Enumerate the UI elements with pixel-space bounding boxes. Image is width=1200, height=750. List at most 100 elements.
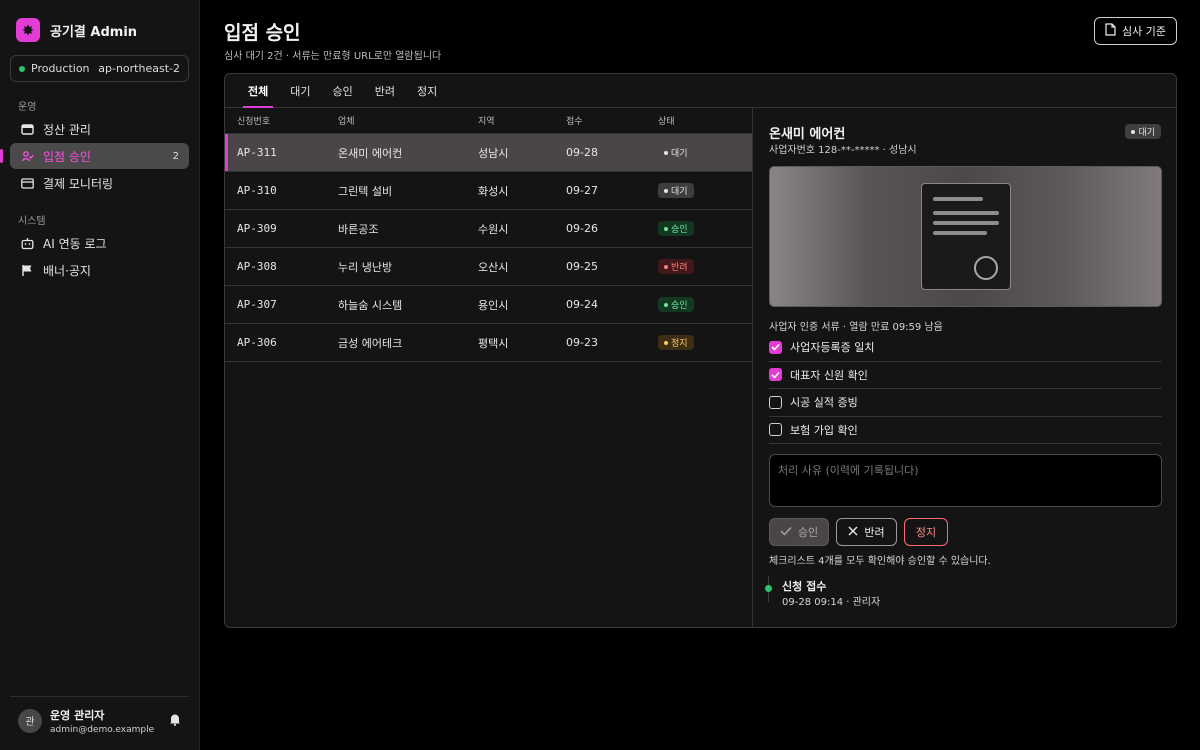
check-icon bbox=[780, 526, 792, 539]
status-tabs: 전체 대기 승인 반려 정지 bbox=[225, 74, 1176, 108]
region: 성남시 bbox=[478, 146, 509, 160]
pending-count-badge: 2 bbox=[172, 150, 179, 162]
company-name: 바른공조 bbox=[338, 222, 379, 236]
checkbox-checked[interactable] bbox=[769, 368, 782, 382]
checklist-item[interactable]: 시공 실적 증빙 bbox=[769, 389, 1162, 417]
received-date: 09-25 bbox=[566, 260, 598, 273]
status-label: 대기 bbox=[671, 187, 688, 198]
approve-button[interactable]: 승인 bbox=[769, 518, 829, 546]
card-icon bbox=[20, 176, 34, 190]
detail-status-badge: 대기 bbox=[1125, 124, 1161, 139]
sidebar-item-settlement[interactable]: 정산 관리 bbox=[10, 116, 189, 142]
timeline-dot bbox=[765, 585, 772, 592]
wallet-icon bbox=[20, 122, 34, 136]
status-label: 승인 bbox=[671, 225, 688, 236]
sidebar-item-ai-logs[interactable]: AI 연동 로그 bbox=[10, 230, 189, 256]
brand[interactable]: 공기결 Admin bbox=[10, 0, 189, 60]
column-header-status[interactable]: 상태 bbox=[658, 114, 738, 127]
application-detail: 온새미 에어컨 사업자번호 128-**-***** · 성남시 대기 사업자 … bbox=[754, 108, 1176, 627]
document-icon bbox=[1105, 23, 1116, 39]
approval-icon bbox=[20, 149, 34, 163]
received-date: 09-24 bbox=[566, 298, 598, 311]
environment-status-dot bbox=[19, 65, 25, 72]
review-criteria-label: 심사 기준 bbox=[1122, 25, 1166, 38]
suspend-label: 정지 bbox=[915, 526, 937, 539]
flag-icon bbox=[20, 263, 34, 277]
application-id: AP-311 bbox=[237, 146, 277, 159]
status-label: 정지 bbox=[671, 339, 688, 350]
page-title: 입점 승인 bbox=[224, 22, 301, 44]
checkbox-unchecked[interactable] bbox=[769, 423, 782, 437]
column-header-id[interactable]: 신청번호 bbox=[225, 114, 338, 127]
document-preview[interactable] bbox=[769, 166, 1162, 307]
sidebar-item-label: 정산 관리 bbox=[43, 122, 91, 137]
timeline-title: 신청 접수 bbox=[782, 580, 827, 593]
checklist-item[interactable]: 대표자 신원 확인 bbox=[769, 362, 1162, 389]
reason-input[interactable] bbox=[769, 454, 1162, 507]
avatar: 관 bbox=[18, 708, 42, 733]
status-label: 반려 bbox=[671, 263, 688, 274]
tab-pending[interactable]: 대기 bbox=[279, 74, 321, 107]
nav-group-system: 시스템 bbox=[18, 216, 46, 227]
suspend-button[interactable]: 정지 bbox=[904, 518, 948, 546]
table-row[interactable]: AP-308 누리 냉난방 오산시 09-25 반려 bbox=[225, 248, 752, 286]
table-header: 신청번호 업체 지역 접수 상태 bbox=[225, 108, 752, 134]
tab-approved[interactable]: 승인 bbox=[322, 74, 364, 107]
application-id: AP-308 bbox=[237, 260, 277, 273]
status-badge: 승인 bbox=[658, 297, 694, 313]
region: 오산시 bbox=[478, 260, 509, 274]
received-date: 09-27 bbox=[566, 184, 598, 197]
column-header-date[interactable]: 접수 bbox=[566, 114, 658, 127]
tab-rejected[interactable]: 반려 bbox=[364, 74, 406, 107]
table-row[interactable]: AP-307 하늘숨 시스템 용인시 09-24 승인 bbox=[225, 286, 752, 324]
sidebar-item-onboarding-approval[interactable]: 입점 승인 2 bbox=[0, 143, 189, 169]
received-date: 09-26 bbox=[566, 222, 598, 235]
review-criteria-button[interactable]: 심사 기준 bbox=[1094, 17, 1177, 45]
sidebar: 공기결 Admin Production ap-northeast-2 운영 정… bbox=[0, 0, 200, 750]
region: 평택시 bbox=[478, 336, 509, 350]
sidebar-item-label: 결제 모니터링 bbox=[43, 176, 114, 191]
column-header-company[interactable]: 업체 bbox=[338, 114, 478, 127]
timeline-subtitle: 09-28 09:14 · 관리자 bbox=[782, 597, 881, 608]
application-id: AP-309 bbox=[237, 222, 277, 235]
checklist-item[interactable]: 사업자등록증 일치 bbox=[769, 334, 1162, 362]
user-name: 운영 관리자 bbox=[50, 708, 105, 722]
table-row[interactable]: AP-306 금성 에어테크 평택시 09-23 정지 bbox=[225, 324, 752, 362]
environment-selector[interactable]: Production ap-northeast-2 bbox=[10, 55, 189, 82]
table-row[interactable]: AP-311 온새미 에어컨 성남시 09-28 대기 bbox=[225, 134, 752, 172]
sidebar-item-payment-monitoring[interactable]: 결제 모니터링 bbox=[10, 170, 189, 196]
verification-checklist: 사업자등록증 일치 대표자 신원 확인 시공 실적 증빙 보험 가입 확인 bbox=[769, 334, 1162, 444]
decision-actions: 승인 반려 정지 bbox=[769, 518, 948, 546]
table-row[interactable]: AP-309 바른공조 수원시 09-26 승인 bbox=[225, 210, 752, 248]
status-badge: 대기 bbox=[658, 145, 694, 160]
user-email: admin@demo.example bbox=[50, 724, 155, 735]
sidebar-item-banner-notice[interactable]: 배너·공지 bbox=[10, 257, 189, 283]
region: 화성시 bbox=[478, 184, 509, 198]
received-date: 09-23 bbox=[566, 336, 598, 349]
checklist-label: 사업자등록증 일치 bbox=[790, 341, 875, 355]
bell-icon[interactable] bbox=[169, 713, 181, 729]
status-label: 승인 bbox=[671, 301, 688, 312]
checkbox-unchecked[interactable] bbox=[769, 395, 782, 409]
page-subtitle: 심사 대기 2건 · 서류는 만료형 URL로만 열람됩니다 bbox=[224, 51, 442, 62]
checklist-label: 시공 실적 증빙 bbox=[790, 396, 858, 410]
application-table: 신청번호 업체 지역 접수 상태 AP-311 온새미 에어컨 성남시 09-2… bbox=[225, 108, 753, 627]
reject-label: 반려 bbox=[864, 526, 885, 539]
checkbox-checked[interactable] bbox=[769, 340, 782, 354]
application-id: AP-310 bbox=[237, 184, 277, 197]
main-content: 입점 승인 심사 대기 2건 · 서류는 만료형 URL로만 열람됩니다 심사 … bbox=[200, 0, 1200, 750]
sidebar-item-label: 입점 승인 bbox=[43, 149, 91, 164]
region: 용인시 bbox=[478, 298, 509, 312]
user-profile[interactable]: 관 운영 관리자 admin@demo.example bbox=[10, 696, 189, 736]
status-label: 대기 bbox=[1138, 128, 1155, 138]
reject-button[interactable]: 반려 bbox=[836, 518, 897, 546]
company-name: 금성 에어테크 bbox=[338, 336, 403, 350]
tab-suspended[interactable]: 정지 bbox=[406, 74, 448, 107]
close-icon bbox=[848, 526, 858, 539]
checklist-label: 대표자 신원 확인 bbox=[790, 368, 868, 382]
table-row[interactable]: AP-310 그린텍 설비 화성시 09-27 대기 bbox=[225, 172, 752, 210]
application-id: AP-307 bbox=[237, 298, 277, 311]
tab-all[interactable]: 전체 bbox=[237, 74, 279, 108]
checklist-item[interactable]: 보험 가입 확인 bbox=[769, 417, 1162, 444]
column-header-region[interactable]: 지역 bbox=[478, 114, 566, 127]
